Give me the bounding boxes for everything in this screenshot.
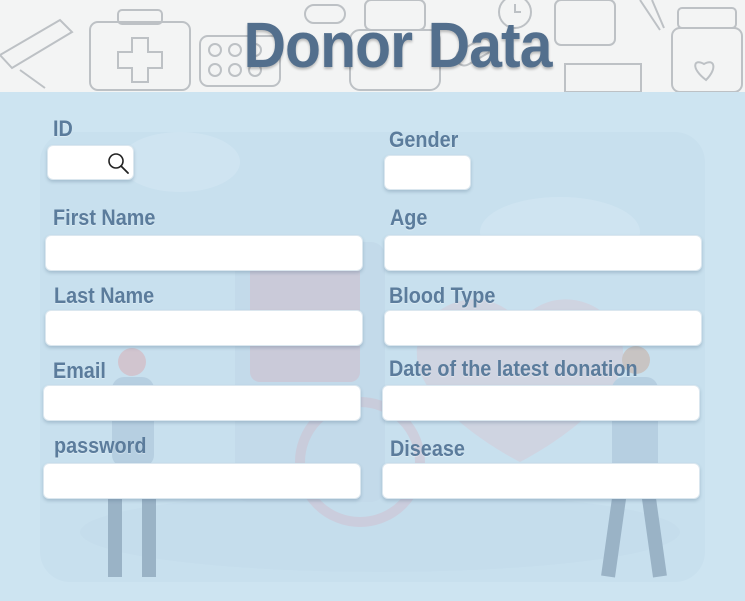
page-title: Donor Data bbox=[243, 9, 552, 81]
last-name-input[interactable] bbox=[46, 311, 362, 345]
age-label: Age bbox=[390, 205, 428, 230]
blood-type-input[interactable] bbox=[385, 311, 701, 345]
id-label: ID bbox=[53, 116, 73, 141]
email-field-box bbox=[43, 385, 361, 421]
password-input[interactable] bbox=[44, 464, 360, 498]
disease-label: Disease bbox=[390, 436, 465, 461]
last-name-field-box bbox=[45, 310, 363, 346]
password-field-box bbox=[43, 463, 361, 499]
email-input[interactable] bbox=[44, 386, 360, 420]
gender-field-box bbox=[384, 155, 471, 190]
latest-donation-input[interactable] bbox=[383, 386, 699, 420]
first-name-field-box bbox=[45, 235, 363, 271]
email-label: Email bbox=[53, 358, 106, 383]
first-name-input[interactable] bbox=[46, 236, 362, 270]
blood-type-field-box bbox=[384, 310, 702, 346]
search-button[interactable] bbox=[106, 151, 130, 175]
blood-type-label: Blood Type bbox=[389, 283, 496, 308]
age-field-box bbox=[384, 235, 702, 271]
first-name-label: First Name bbox=[53, 205, 156, 230]
age-input[interactable] bbox=[385, 236, 701, 270]
id-input[interactable] bbox=[48, 146, 108, 179]
password-label: password bbox=[54, 433, 147, 458]
disease-field-box bbox=[382, 463, 700, 499]
gender-label: Gender bbox=[389, 127, 459, 152]
search-icon bbox=[108, 153, 129, 174]
disease-input[interactable] bbox=[383, 464, 699, 498]
header-banner: Donor Data bbox=[0, 0, 745, 92]
latest-donation-field-box bbox=[382, 385, 700, 421]
gender-input[interactable] bbox=[385, 156, 470, 189]
last-name-label: Last Name bbox=[54, 283, 155, 308]
latest-donation-label: Date of the latest donation bbox=[389, 356, 638, 381]
